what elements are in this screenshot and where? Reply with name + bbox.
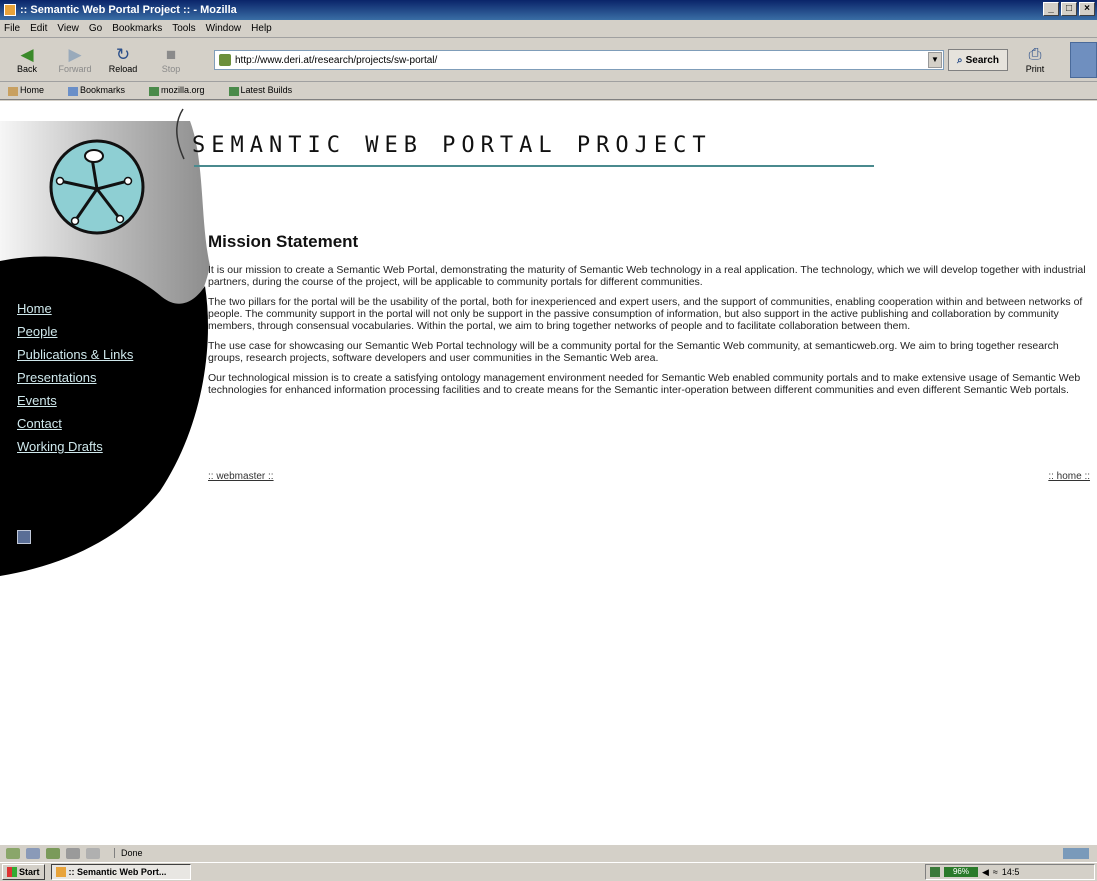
navigation-toolbar: ◀ Back ▶ Forward ↻ Reload ■ Stop http://… [0, 38, 1097, 82]
menu-edit[interactable]: Edit [30, 23, 47, 34]
menu-go[interactable]: Go [89, 23, 102, 34]
search-icon: ⌕ [957, 54, 963, 66]
bookmark-link-icon [228, 86, 239, 96]
back-arrow-icon: ◀ [20, 44, 34, 64]
nav-contact-link[interactable]: Contact [17, 412, 167, 435]
bookmark-home[interactable]: Home [8, 85, 56, 96]
start-button[interactable]: Start [2, 864, 45, 880]
site-navigation: Home People Publications & Links Present… [17, 297, 167, 458]
minimize-button[interactable]: _ [1043, 2, 1059, 16]
url-text: http://www.deri.at/research/projects/sw-… [235, 54, 438, 66]
mozilla-task-icon [55, 867, 66, 877]
taskbar-window-item[interactable]: :: Semantic Web Port... [50, 864, 191, 880]
menu-bookmarks[interactable]: Bookmarks [112, 23, 162, 34]
window-title-bar: :: Semantic Web Portal Project :: - Mozi… [0, 0, 1097, 20]
nav-publications-link[interactable]: Publications & Links [17, 343, 167, 366]
nav-people-link[interactable]: People [17, 320, 167, 343]
network-icon[interactable]: ≈ [993, 867, 998, 877]
reload-label: Reload [108, 63, 138, 74]
stop-label: Stop [161, 63, 181, 74]
footer-links: :: webmaster :: :: home :: [208, 471, 1090, 482]
irc-chat-icon[interactable] [86, 847, 100, 859]
reload-button[interactable]: ↻ Reload [102, 41, 144, 79]
menu-window[interactable]: Window [206, 23, 242, 34]
bookmark-bookmarks[interactable]: Bookmarks [68, 85, 137, 96]
mozilla-app-icon [4, 4, 16, 16]
web-page: SEMANTIC WEB PORTAL PROJECT Home People … [0, 101, 1097, 844]
bookmark-latest-builds-label: Latest Builds [240, 85, 293, 96]
stop-button[interactable]: ■ Stop [150, 41, 192, 79]
nav-events-link[interactable]: Events [17, 389, 167, 412]
search-label: Search [965, 54, 999, 66]
taskbar-window-label: :: Semantic Web Port... [68, 867, 167, 877]
stop-icon: ■ [165, 44, 177, 64]
menu-help[interactable]: Help [251, 23, 272, 34]
logo-icon [49, 139, 145, 235]
mail-status-icon[interactable] [26, 847, 40, 859]
main-content: Mission Statement It is our mission to c… [208, 232, 1094, 404]
nav-home-link[interactable]: Home [17, 297, 167, 320]
banner-underline [194, 165, 874, 167]
forward-arrow-icon: ▶ [68, 44, 82, 64]
reload-icon: ↻ [115, 44, 131, 64]
back-label: Back [16, 63, 37, 74]
bookmark-link-icon [149, 86, 160, 96]
forward-button[interactable]: ▶ Forward [54, 41, 96, 79]
menu-tools[interactable]: Tools [172, 23, 195, 34]
forward-label: Forward [58, 63, 92, 74]
composer-icon[interactable] [46, 847, 60, 859]
home-icon [8, 86, 18, 96]
mission-paragraph: The use case for showcasing our Semantic… [208, 340, 1059, 364]
bookmark-home-label: Home [20, 85, 45, 96]
battery-indicator[interactable]: 96% [944, 867, 978, 877]
bookmark-mozilla-org[interactable]: mozilla.org [149, 85, 217, 96]
search-button[interactable]: ⌕ Search [948, 49, 1008, 71]
mail-icon[interactable] [17, 530, 31, 544]
site-banner-title: SEMANTIC WEB PORTAL PROJECT [192, 133, 712, 158]
printer-icon: ⎙ [1028, 46, 1042, 63]
security-status-icon[interactable] [1063, 848, 1089, 859]
navigator-icon[interactable] [6, 847, 20, 859]
home-link[interactable]: :: home :: [1048, 471, 1090, 482]
taskbar: Start :: Semantic Web Port... 96% ◀ ≈ 14… [0, 862, 1097, 881]
status-text: Done [114, 848, 143, 858]
page-heading: Mission Statement [208, 232, 359, 251]
mission-paragraph: Our technological mission is to create a… [208, 372, 1081, 396]
webmaster-link[interactable]: :: webmaster :: [208, 471, 274, 482]
menu-file[interactable]: File [4, 23, 20, 34]
back-button[interactable]: ◀ Back [6, 41, 48, 79]
bookmark-bookmarks-label: Bookmarks [80, 85, 126, 96]
mission-paragraph: It is our mission to create a Semantic W… [208, 264, 1086, 288]
system-tray: 96% ◀ ≈ 14:5 [925, 864, 1095, 880]
window-title: :: Semantic Web Portal Project :: - Mozi… [20, 4, 237, 16]
url-dropdown-icon[interactable]: ▼ [928, 52, 942, 68]
url-input[interactable]: http://www.deri.at/research/projects/sw-… [214, 50, 944, 70]
menu-bar: File Edit View Go Bookmarks Tools Window… [0, 20, 1097, 38]
print-label: Print [1025, 64, 1045, 74]
close-button[interactable]: × [1079, 2, 1095, 16]
menu-view[interactable]: View [57, 23, 79, 34]
address-book-icon[interactable] [66, 847, 80, 859]
bookmarks-toolbar: Home Bookmarks mozilla.org Latest Builds [0, 82, 1097, 100]
bookmark-latest-builds[interactable]: Latest Builds [228, 85, 305, 96]
nav-presentations-link[interactable]: Presentations [17, 366, 167, 389]
clock[interactable]: 14:5 [1002, 867, 1020, 877]
status-bar: Done [0, 844, 1097, 861]
tray-app-icon[interactable] [930, 867, 940, 877]
start-label: Start [19, 867, 40, 877]
throbber-icon[interactable] [1070, 42, 1097, 78]
windows-flag-icon [7, 867, 17, 877]
window-controls: _ □ × [1043, 2, 1095, 16]
bookmark-mozilla-org-label: mozilla.org [161, 85, 205, 96]
mission-paragraph: The two pillars for the portal will be t… [208, 296, 1083, 332]
print-button[interactable]: ⎙ Print [1018, 42, 1052, 78]
speaker-icon[interactable]: ◀ [982, 867, 989, 878]
bookmarks-icon [68, 86, 79, 96]
maximize-button[interactable]: □ [1061, 2, 1077, 16]
page-favicon-icon [219, 54, 231, 66]
nav-working-drafts-link[interactable]: Working Drafts [17, 435, 167, 458]
